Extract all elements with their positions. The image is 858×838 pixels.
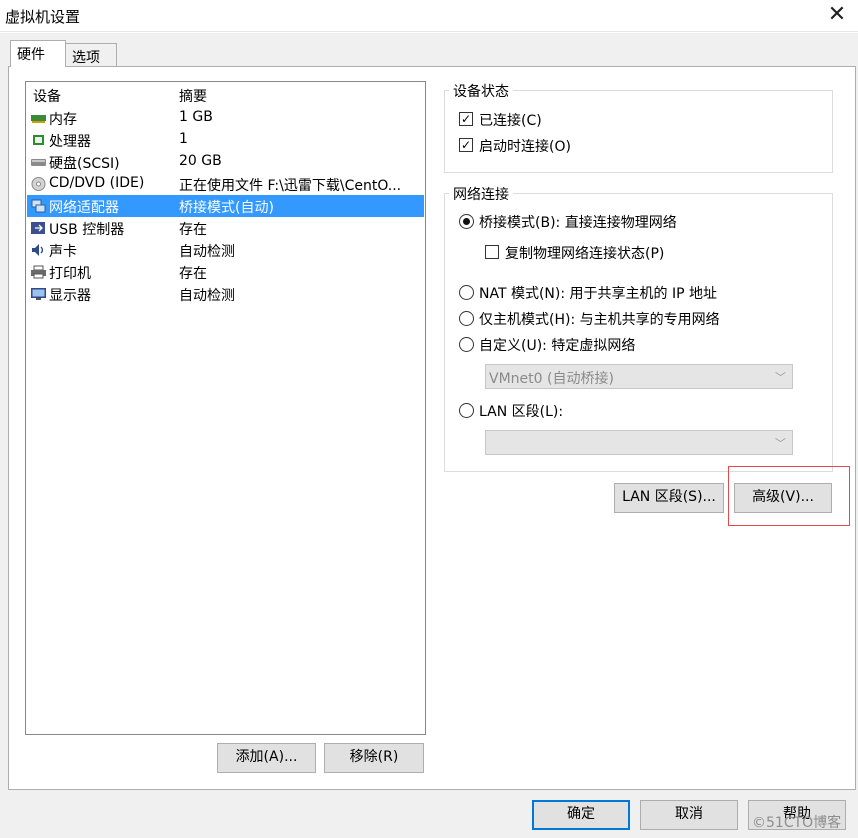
custom-label[interactable]: 自定义(U): 特定虚拟网络 [479, 335, 635, 355]
nat-radio[interactable] [459, 285, 474, 300]
list-item-sound-card[interactable]: 声卡 自动检测 [27, 239, 424, 261]
close-icon[interactable]: ✕ [822, 1, 852, 31]
list-item-network-adapter[interactable]: 网络适配器 桥接模式(自动) [27, 195, 424, 217]
device-summary: 自动检测 [179, 244, 235, 260]
checkmark-icon: ✓ [460, 138, 472, 152]
list-item-usb[interactable]: USB 控制器 存在 [27, 217, 424, 239]
list-item-processor[interactable]: 处理器 1 [27, 129, 424, 151]
cdrom-icon [31, 177, 46, 191]
watermark: ©51CTO博客 [752, 815, 842, 831]
remove-device-button[interactable]: 移除(R) [324, 743, 424, 773]
device-summary: 存在 [179, 266, 207, 282]
replicate-state-checkbox[interactable] [485, 245, 499, 259]
device-name: 显示器 [49, 288, 91, 304]
tab-options[interactable]: 选项 [65, 43, 117, 67]
list-item-memory[interactable]: 内存 1 GB [27, 107, 424, 129]
connected-checkbox[interactable]: ✓ [459, 112, 473, 126]
device-status-group [444, 90, 833, 173]
nat-label[interactable]: NAT 模式(N): 用于共享主机的 IP 地址 [479, 283, 717, 303]
replicate-state-label[interactable]: 复制物理网络连接状态(P) [505, 243, 664, 263]
device-status-legend: 设备状态 [449, 81, 513, 101]
list-item-display[interactable]: 显示器 自动检测 [27, 283, 424, 305]
network-connection-legend: 网络连接 [449, 184, 513, 204]
custom-network-select: VMnet0 (自动桥接) ﹀ [485, 364, 793, 389]
highlight-box [728, 466, 850, 526]
device-name: 打印机 [49, 266, 91, 282]
printer-icon [31, 265, 46, 279]
connect-at-power-on-label[interactable]: 启动时连接(O) [479, 136, 571, 156]
ok-button[interactable]: 确定 [532, 800, 630, 830]
device-summary: 自动检测 [179, 288, 235, 304]
device-summary: 1 [179, 131, 188, 147]
processor-icon [33, 135, 44, 145]
sound-card-icon [32, 244, 44, 256]
device-summary: 20 GB [179, 153, 222, 169]
usb-icon [31, 222, 45, 234]
lan-segment-label[interactable]: LAN 区段(L): [479, 401, 563, 421]
lan-segment-select: ﹀ [485, 430, 793, 455]
chevron-down-icon: ﹀ [775, 371, 786, 384]
list-item-printer[interactable]: 打印机 存在 [27, 261, 424, 283]
device-name: 处理器 [49, 134, 91, 150]
bridged-radio[interactable] [459, 214, 474, 229]
device-name: 内存 [49, 112, 77, 128]
device-list[interactable]: 设备 摘要 内存 1 GB 处理器 1 硬盘(SCSI) 20 GB CD/DV… [25, 81, 426, 735]
network-adapter-icon [31, 199, 46, 213]
connect-at-power-on-checkbox[interactable]: ✓ [459, 138, 473, 152]
tab-hardware[interactable]: 硬件 [10, 40, 66, 67]
column-header-device[interactable]: 设备 [33, 86, 61, 106]
custom-network-select-value: VMnet0 (自动桥接) [489, 371, 614, 387]
device-name: 声卡 [49, 244, 77, 260]
host-only-label[interactable]: 仅主机模式(H): 与主机共享的专用网络 [479, 309, 720, 329]
display-icon [31, 288, 46, 300]
chevron-down-icon: ﹀ [775, 437, 786, 450]
device-summary: 存在 [179, 222, 207, 238]
add-device-button[interactable]: 添加(A)... [217, 743, 316, 773]
host-only-radio[interactable] [459, 311, 474, 326]
list-item-cdrom[interactable]: CD/DVD (IDE) 正在使用文件 F:\迅雷下载\CentO... [27, 173, 424, 195]
bridged-label[interactable]: 桥接模式(B): 直接连接物理网络 [479, 212, 677, 232]
device-name: USB 控制器 [49, 222, 125, 238]
device-name: CD/DVD (IDE) [49, 175, 145, 191]
harddisk-icon [31, 159, 46, 166]
device-summary: 1 GB [179, 109, 213, 125]
device-name: 网络适配器 [49, 200, 119, 216]
device-summary: 正在使用文件 F:\迅雷下载\CentO... [179, 178, 402, 194]
checkmark-icon: ✓ [460, 112, 472, 126]
device-name: 硬盘(SCSI) [49, 156, 120, 172]
custom-radio[interactable] [459, 337, 474, 352]
device-summary: 桥接模式(自动) [179, 200, 274, 216]
lan-segment-radio[interactable] [459, 403, 474, 418]
connected-label[interactable]: 已连接(C) [479, 110, 542, 130]
tab-hardware-label: 硬件 [17, 47, 45, 63]
memory-icon [31, 115, 46, 123]
tab-options-label: 选项 [72, 50, 100, 66]
lan-segments-button[interactable]: LAN 区段(S)... [614, 483, 724, 513]
cancel-button[interactable]: 取消 [640, 800, 738, 830]
column-header-summary[interactable]: 摘要 [179, 86, 419, 106]
title-bar: 虚拟机设置 ✕ [0, 0, 858, 32]
window-title: 虚拟机设置 [5, 8, 81, 26]
list-item-harddisk[interactable]: 硬盘(SCSI) 20 GB [27, 151, 424, 173]
list-header: 设备 摘要 [27, 84, 424, 106]
